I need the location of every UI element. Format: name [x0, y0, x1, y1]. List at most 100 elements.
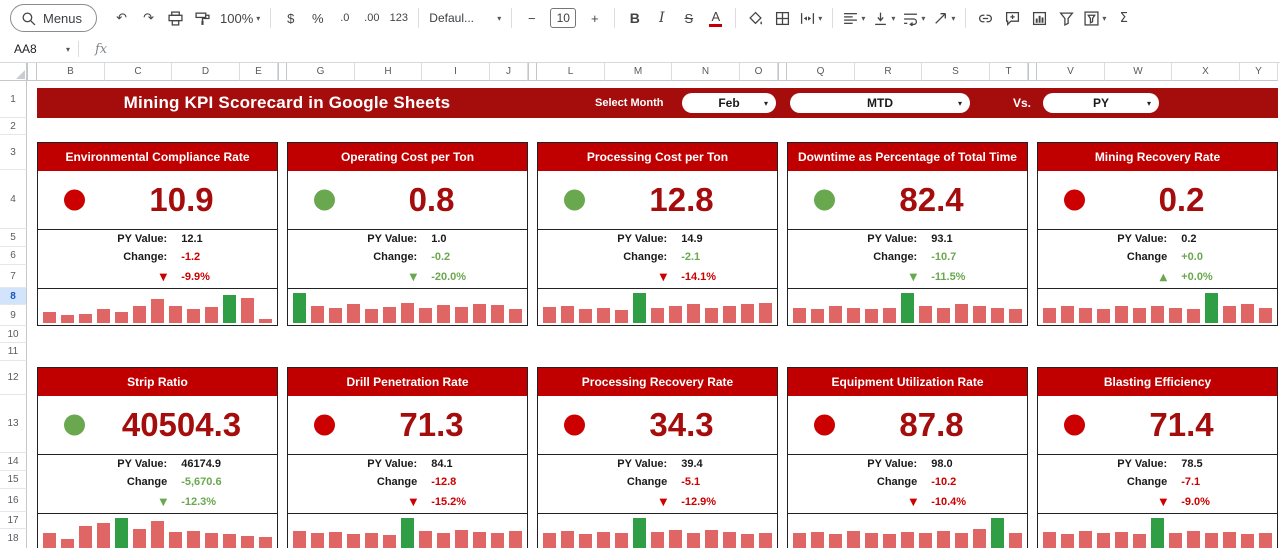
spreadsheet-grid[interactable]: Mining KPI Scorecard in Google Sheets Se… — [27, 81, 1280, 548]
pct-change-value: -15.2% — [431, 496, 467, 508]
strikethrough-button[interactable]: S — [676, 5, 701, 31]
number-format-button[interactable]: 123 — [386, 5, 411, 31]
py-value-row: PY Value: 1.0 — [288, 230, 527, 248]
merge-cells-button[interactable]: ▾ — [797, 5, 825, 31]
toolbar-divider — [832, 8, 834, 28]
spark-bar — [687, 532, 700, 548]
column-header-Q[interactable]: Q — [787, 63, 855, 81]
column-header-O[interactable]: O — [740, 63, 778, 81]
row-header-13[interactable]: 13 — [0, 395, 27, 453]
row-header-7[interactable]: 7 — [0, 265, 27, 288]
text-color-button[interactable]: A — [703, 5, 728, 31]
column-header-R[interactable]: R — [855, 63, 922, 81]
create-filter-button[interactable] — [1054, 5, 1079, 31]
row-header-10[interactable]: 10 — [0, 326, 27, 343]
name-box[interactable]: AA8 ▾ — [0, 42, 78, 56]
row-header-4[interactable]: 4 — [0, 170, 27, 229]
change-value: -5,670.6 — [181, 476, 222, 488]
kpi-value: 71.4 — [1149, 406, 1214, 443]
font-family-select[interactable]: Defaul... ▾ — [426, 5, 504, 31]
undo-button[interactable]: ↶ — [109, 5, 134, 31]
insert-chart-button[interactable] — [1027, 5, 1052, 31]
column-header-N[interactable]: N — [672, 63, 740, 81]
text-rotation-button[interactable]: ▾ — [930, 5, 958, 31]
increase-decimal-button[interactable]: .00 — [359, 5, 384, 31]
row-header-11[interactable]: 11 — [0, 343, 27, 361]
select-all-corner[interactable] — [0, 63, 27, 81]
spark-bar — [223, 295, 236, 323]
italic-button[interactable]: I — [649, 5, 674, 31]
column-header-B[interactable]: B — [37, 63, 105, 81]
column-header-H[interactable]: H — [355, 63, 422, 81]
column-headers: BCDEGHIJLMNOQRSTVWXY — [27, 63, 1278, 81]
currency-format-button[interactable]: $ — [278, 5, 303, 31]
functions-button[interactable]: Σ — [1111, 5, 1136, 31]
column-header-S[interactable]: S — [922, 63, 990, 81]
spark-bar — [543, 306, 556, 323]
fill-color-button[interactable] — [743, 5, 768, 31]
row-header-9[interactable]: 9 — [0, 305, 27, 326]
row-header-3[interactable]: 3 — [0, 135, 27, 170]
column-header-C[interactable]: C — [105, 63, 172, 81]
column-header-J[interactable]: J — [490, 63, 528, 81]
trend-arrow-icon: ▼ — [659, 271, 668, 283]
redo-button[interactable]: ↷ — [136, 5, 161, 31]
row-header-15[interactable]: 15 — [0, 471, 27, 489]
kpi-value-row: 71.4 — [1038, 396, 1277, 455]
bold-button[interactable]: B — [622, 5, 647, 31]
menus-button[interactable]: Menus — [10, 4, 98, 32]
period-dropdown[interactable]: MTD ▾ — [790, 93, 970, 113]
column-header-W[interactable]: W — [1105, 63, 1172, 81]
row-header-8[interactable]: 8 — [0, 288, 27, 305]
row-header-1[interactable]: 1 — [0, 81, 27, 118]
column-header-M[interactable]: M — [605, 63, 672, 81]
print-button[interactable] — [163, 5, 188, 31]
py-value-label: PY Value: — [1117, 458, 1168, 470]
column-header-D[interactable]: D — [172, 63, 240, 81]
insert-comment-button[interactable] — [1000, 5, 1025, 31]
increase-font-size-button[interactable]: + — [582, 5, 607, 31]
insert-link-button[interactable] — [973, 5, 998, 31]
percent-format-button[interactable]: % — [305, 5, 330, 31]
decrease-decimal-button[interactable]: .0 — [332, 5, 357, 31]
text-wrap-button[interactable]: ▾ — [900, 5, 928, 31]
vertical-align-button[interactable]: ▾ — [870, 5, 898, 31]
horizontal-align-button[interactable]: ▾ — [840, 5, 868, 31]
row-header-6[interactable]: 6 — [0, 247, 27, 265]
chevron-down-icon: ▾ — [957, 98, 962, 108]
column-header-E[interactable]: E — [240, 63, 278, 81]
row-header-12[interactable]: 12 — [0, 361, 27, 395]
row-header-18[interactable]: 18 — [0, 529, 27, 548]
column-header-V[interactable]: V — [1037, 63, 1105, 81]
spark-bar — [1169, 307, 1182, 323]
font-size-input[interactable]: 10 — [550, 8, 577, 28]
column-header-T[interactable]: T — [990, 63, 1028, 81]
column-header-L[interactable]: L — [537, 63, 605, 81]
kpi-card: Downtime as Percentage of Total Time 82.… — [787, 142, 1028, 326]
current-text-color-swatch — [709, 23, 723, 27]
column-header-I[interactable]: I — [422, 63, 490, 81]
compare-dropdown[interactable]: PY ▾ — [1043, 93, 1159, 113]
kpi-value-row: 0.2 — [1038, 171, 1277, 230]
kpi-value: 0.2 — [1158, 181, 1205, 218]
month-dropdown[interactable]: Feb ▾ — [682, 93, 776, 113]
spark-bar — [223, 534, 236, 548]
row-header-5[interactable]: 5 — [0, 229, 27, 247]
filter-views-button[interactable]: ▾ — [1081, 5, 1109, 31]
column-header-X[interactable]: X — [1172, 63, 1240, 81]
column-header-G[interactable]: G — [287, 63, 355, 81]
spark-bar — [61, 538, 74, 548]
formula-input[interactable] — [107, 36, 1280, 62]
column-header-Y[interactable]: Y — [1240, 63, 1278, 81]
pct-change-value: -20.0% — [431, 271, 467, 283]
borders-button[interactable] — [770, 5, 795, 31]
pct-change-row: ▼ -12.3% — [38, 491, 277, 513]
row-header-17[interactable]: 17 — [0, 512, 27, 529]
decrease-font-size-button[interactable]: − — [519, 5, 544, 31]
pct-change-row: ▼ -15.2% — [288, 491, 527, 513]
paint-format-button[interactable] — [190, 5, 215, 31]
row-header-2[interactable]: 2 — [0, 118, 27, 135]
zoom-select[interactable]: 100% ▾ — [217, 5, 263, 31]
row-header-14[interactable]: 14 — [0, 453, 27, 471]
row-header-16[interactable]: 16 — [0, 489, 27, 512]
